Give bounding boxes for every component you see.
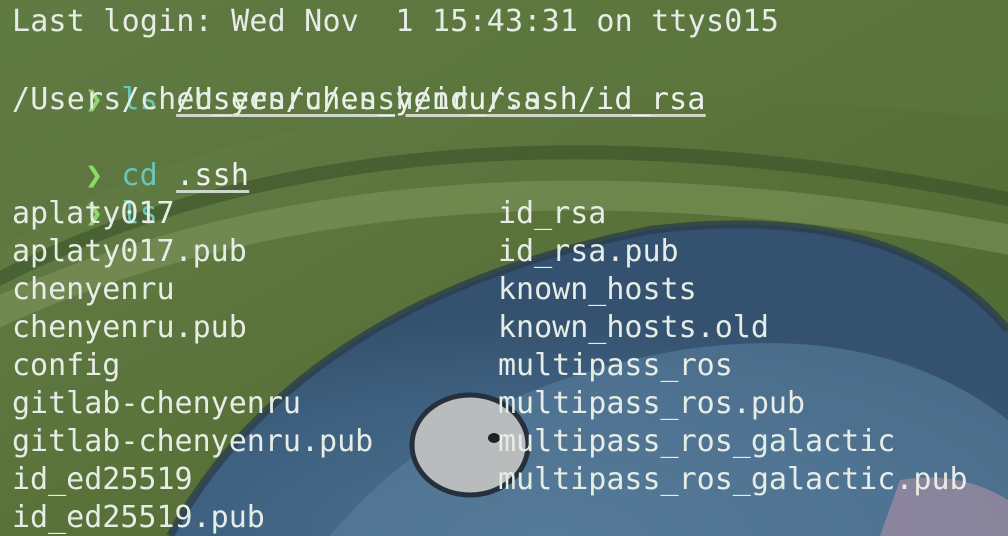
command-line-3: ❯ ls: [12, 157, 158, 231]
file-entry: chenyenru.pub: [12, 310, 247, 345]
file-entry: known_hosts: [498, 272, 697, 307]
command-line-2: ❯ cd .ssh: [12, 119, 249, 193]
file-entry: config: [12, 348, 121, 383]
file-entry: aplaty017: [12, 196, 175, 231]
file-entry: gitlab-chenyenru.pub: [12, 424, 374, 459]
file-entry: multipass_ros_galactic.pub: [498, 462, 968, 497]
file-entry: multipass_ros_galactic: [498, 424, 896, 459]
command-line-1: ❯ ls /Users/chen_yenru/.ssh/id_rsa: [12, 43, 706, 117]
command-output-path: /Users/chen_yenru/.ssh/id_rsa: [12, 82, 542, 117]
file-entry: aplaty017.pub: [12, 234, 247, 269]
file-entry: id_ed25519: [12, 462, 193, 497]
file-entry: known_hosts.old: [498, 310, 769, 345]
terminal-window[interactable]: Last login: Wed Nov 1 15:43:31 on ttys01…: [0, 0, 1008, 536]
file-entry: id_rsa: [498, 196, 607, 231]
command-argument[interactable]: .ssh: [176, 158, 249, 193]
file-entry: multipass_ros: [498, 348, 733, 383]
login-line: Last login: Wed Nov 1 15:43:31 on ttys01…: [12, 4, 779, 39]
file-entry: chenyenru: [12, 272, 175, 307]
file-entry: gitlab-chenyenru: [12, 386, 301, 421]
file-entry: id_rsa.pub: [498, 234, 679, 269]
file-entry: multipass_ros.pub: [498, 386, 806, 421]
file-entry: id_ed25519.pub: [12, 500, 265, 535]
